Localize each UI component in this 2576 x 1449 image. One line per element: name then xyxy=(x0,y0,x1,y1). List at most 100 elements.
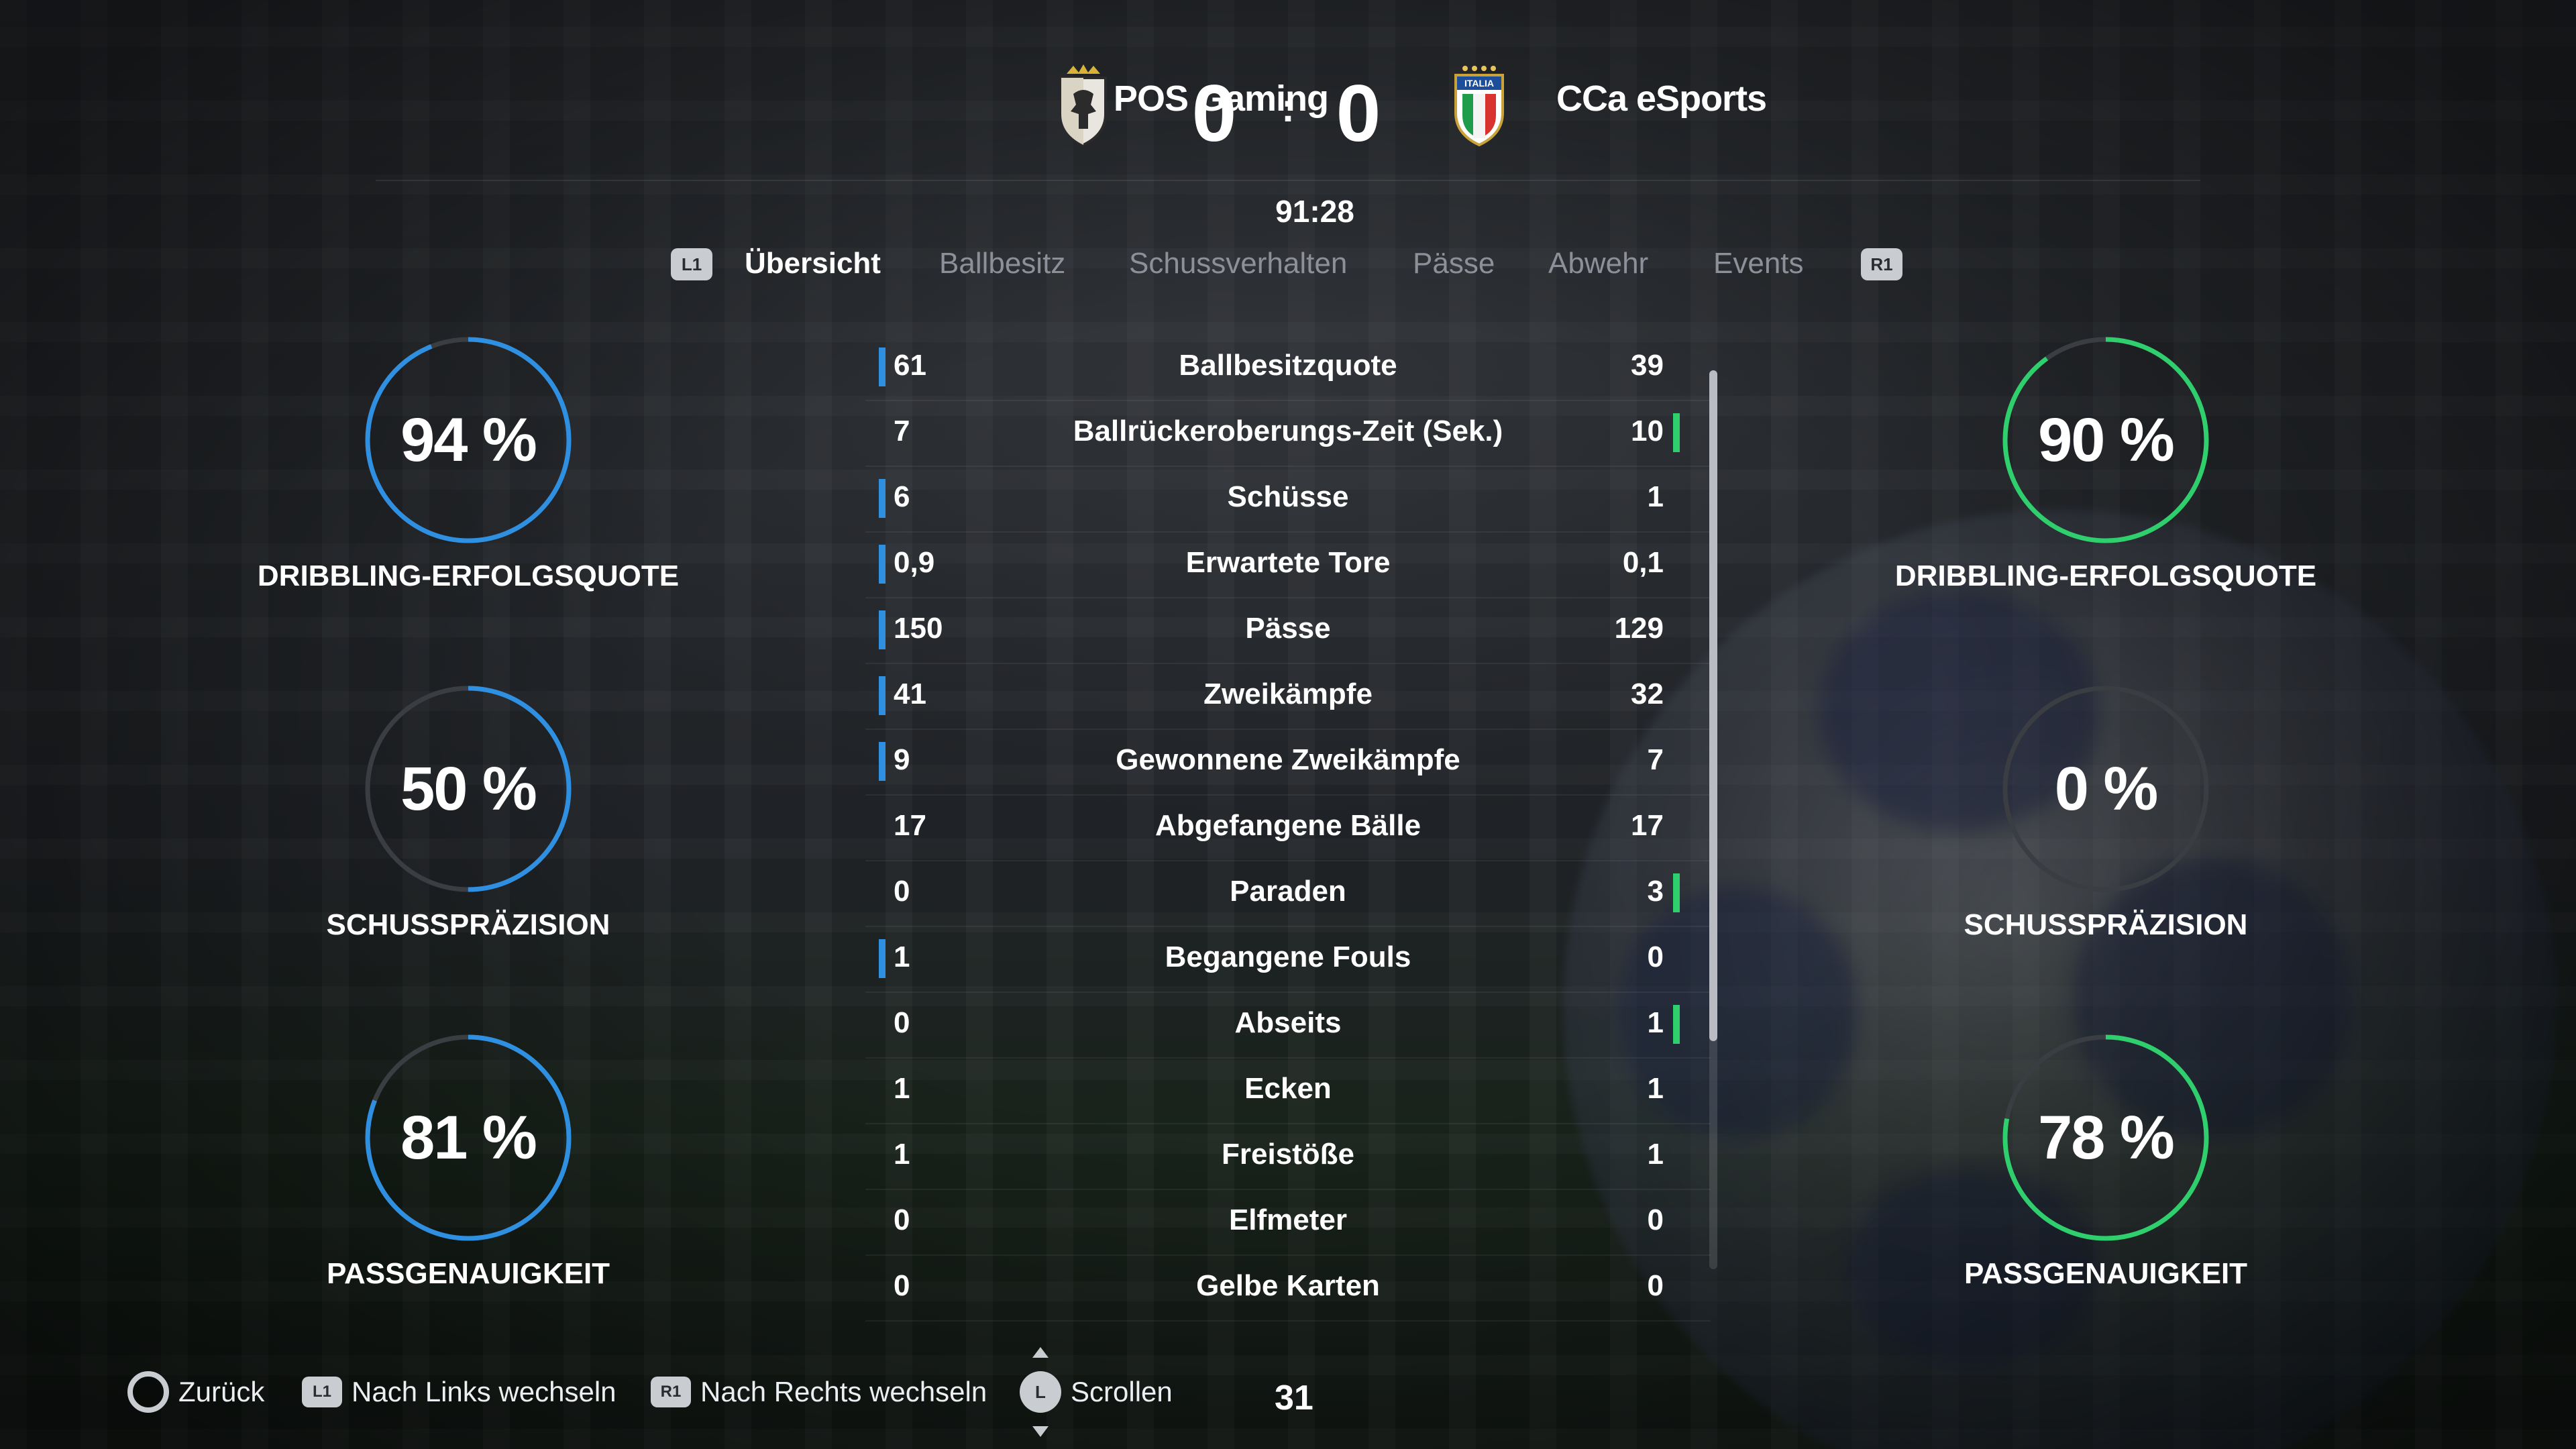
scoreboard-header: POS Gaming 0 : 0 ITALIA CCa eSports 91:2… xyxy=(376,40,2200,229)
scroll-hint-label: Scrollen xyxy=(1071,1376,1173,1407)
tab-paesse[interactable]: Pässe xyxy=(1413,247,1495,280)
stat-label: Gewonnene Zweikämpfe xyxy=(1116,743,1460,776)
away-shot-accuracy-ring: 0 % xyxy=(1998,682,2213,896)
stat-label: Freistöße xyxy=(1221,1138,1355,1171)
arrow-up-icon xyxy=(1032,1347,1049,1358)
l1-button-icon[interactable]: L1 xyxy=(671,248,712,280)
stat-home-value: 41 xyxy=(894,678,926,710)
stat-away-value: 0 xyxy=(1647,1269,1664,1302)
stat-label: Zweikämpfe xyxy=(1203,678,1373,710)
stat-row: 0 Paraden 3 xyxy=(865,861,1711,927)
home-dribbling-label: DRIBBLING-ERFOLGSQUOTE xyxy=(257,559,680,592)
home-pass-accuracy-value: 81 % xyxy=(400,1103,537,1172)
left-stick-letter: L xyxy=(1035,1382,1046,1402)
stat-label: Paraden xyxy=(1230,875,1346,908)
stat-away-value: 0 xyxy=(1647,941,1664,973)
left-stick-icon: L xyxy=(1020,1347,1061,1437)
away-leader-marker xyxy=(1673,1005,1680,1044)
home-leader-marker xyxy=(879,479,885,518)
home-leader-marker xyxy=(879,742,885,781)
italia-crest-text: ITALIA xyxy=(1464,78,1494,89)
switch-right-hint-label: Nach Rechts wechseln xyxy=(700,1376,987,1407)
switch-right-hint[interactable]: R1 Nach Rechts wechseln xyxy=(651,1368,987,1415)
stat-away-value: 10 xyxy=(1631,415,1664,447)
stat-away-value: 129 xyxy=(1614,612,1664,645)
away-dribbling-label: DRIBBLING-ERFOLGSQUOTE xyxy=(1894,559,2317,592)
score-separator: : xyxy=(1281,85,1295,130)
stat-home-value: 1 xyxy=(894,1138,910,1171)
home-dribbling-ring: 94 % xyxy=(361,333,576,547)
stats-tabs: L1 Übersicht Ballbesitz Schussverhalten … xyxy=(671,241,1912,295)
away-shot-accuracy-value: 0 % xyxy=(2054,754,2159,823)
tab-events[interactable]: Events xyxy=(1713,247,1804,280)
tab-ballbesitz[interactable]: Ballbesitz xyxy=(939,247,1065,280)
away-leader-marker xyxy=(1673,413,1680,452)
stat-label: Abseits xyxy=(1234,1006,1342,1039)
stat-away-value: 1 xyxy=(1647,1006,1664,1039)
stat-row: 7 Ballrückeroberungs-Zeit (Sek.) 10 xyxy=(865,401,1711,467)
home-pass-accuracy-ring: 81 % xyxy=(361,1030,576,1245)
stat-row: 0,9 Erwartete Tore 0,1 xyxy=(865,533,1711,598)
circle-button-icon xyxy=(127,1371,169,1413)
tab-uebersicht[interactable]: Übersicht xyxy=(745,247,881,280)
stat-row: 41 Zweikämpfe 32 xyxy=(865,664,1711,730)
arrow-down-icon xyxy=(1032,1426,1049,1437)
tab-abwehr[interactable]: Abwehr xyxy=(1548,247,1648,280)
button-hints-footer: Zurück L1 Nach Links wechseln R1 Nach Re… xyxy=(127,1347,1402,1437)
italia-crest-icon: ITALIA xyxy=(1442,62,1516,149)
stat-label: Ecken xyxy=(1244,1072,1332,1105)
away-score: 0 xyxy=(1336,68,1381,158)
stats-scrollbar[interactable] xyxy=(1709,370,1717,1269)
stat-home-value: 0 xyxy=(894,1006,910,1039)
stat-away-value: 7 xyxy=(1647,743,1664,776)
stat-label: Ballbesitzquote xyxy=(1179,349,1397,382)
stat-row: 150 Pässe 129 xyxy=(865,598,1711,664)
stat-home-value: 9 xyxy=(894,743,910,776)
home-leader-marker xyxy=(879,676,885,715)
home-leader-marker xyxy=(879,939,885,978)
stat-label: Schüsse xyxy=(1227,480,1349,513)
stat-row: 0 Gelbe Karten 0 xyxy=(865,1256,1711,1322)
stats-table[interactable]: 61 Ballbesitzquote 39 7 Ballrückeroberun… xyxy=(865,335,1711,1322)
stat-away-value: 1 xyxy=(1647,480,1664,513)
home-leader-marker xyxy=(879,545,885,584)
home-shot-accuracy-value: 50 % xyxy=(400,754,537,823)
stat-label: Elfmeter xyxy=(1228,1203,1348,1236)
r1-button-icon: R1 xyxy=(651,1377,691,1407)
scroll-hint[interactable]: L Scrollen xyxy=(1020,1347,1173,1437)
back-hint-label: Zurück xyxy=(178,1376,265,1407)
stat-away-value: 0,1 xyxy=(1622,546,1664,579)
stat-label: Ballrückeroberungs-Zeit (Sek.) xyxy=(1073,415,1503,447)
stat-home-value: 1 xyxy=(894,1072,910,1105)
home-leader-marker xyxy=(879,347,885,386)
stat-home-value: 61 xyxy=(894,349,926,382)
stat-home-value: 0 xyxy=(894,1203,910,1236)
stat-away-value: 0 xyxy=(1647,1203,1664,1236)
r1-button-icon[interactable]: R1 xyxy=(1861,248,1902,280)
away-pass-accuracy-ring: 78 % xyxy=(1998,1030,2213,1245)
away-shot-accuracy-label: SCHUSSPRÄZISION xyxy=(1964,908,2248,941)
stat-row: 1 Ecken 1 xyxy=(865,1059,1711,1124)
stat-row: 6 Schüsse 1 xyxy=(865,467,1711,533)
tab-schussverhalten[interactable]: Schussverhalten xyxy=(1129,247,1347,280)
stat-row: 1 Freistöße 1 xyxy=(865,1124,1711,1190)
home-score: 0 xyxy=(1191,68,1237,158)
back-hint[interactable]: Zurück xyxy=(127,1368,264,1415)
switch-left-hint[interactable]: L1 Nach Links wechseln xyxy=(302,1368,616,1415)
stat-row: 0 Abseits 1 xyxy=(865,993,1711,1059)
away-pass-accuracy-label: PASSGENAUIGKEIT xyxy=(1964,1257,2248,1290)
stat-home-value: 7 xyxy=(894,415,910,447)
home-shot-accuracy-ring: 50 % xyxy=(361,682,576,896)
stat-home-value: 150 xyxy=(894,612,943,645)
away-pass-accuracy-value: 78 % xyxy=(2038,1103,2175,1172)
stat-home-value: 6 xyxy=(894,480,910,513)
stat-label: Erwartete Tore xyxy=(1185,546,1391,579)
stat-label: Begangene Fouls xyxy=(1165,941,1411,973)
stat-home-value: 0 xyxy=(894,1269,910,1302)
stats-scrollbar-thumb[interactable] xyxy=(1709,370,1717,1041)
page-counter: 31 xyxy=(1275,1379,1313,1417)
stat-away-value: 17 xyxy=(1631,809,1664,842)
home-leader-marker xyxy=(879,610,885,649)
stat-row: 61 Ballbesitzquote 39 xyxy=(865,335,1711,401)
stat-label: Abgefangene Bälle xyxy=(1155,809,1421,842)
